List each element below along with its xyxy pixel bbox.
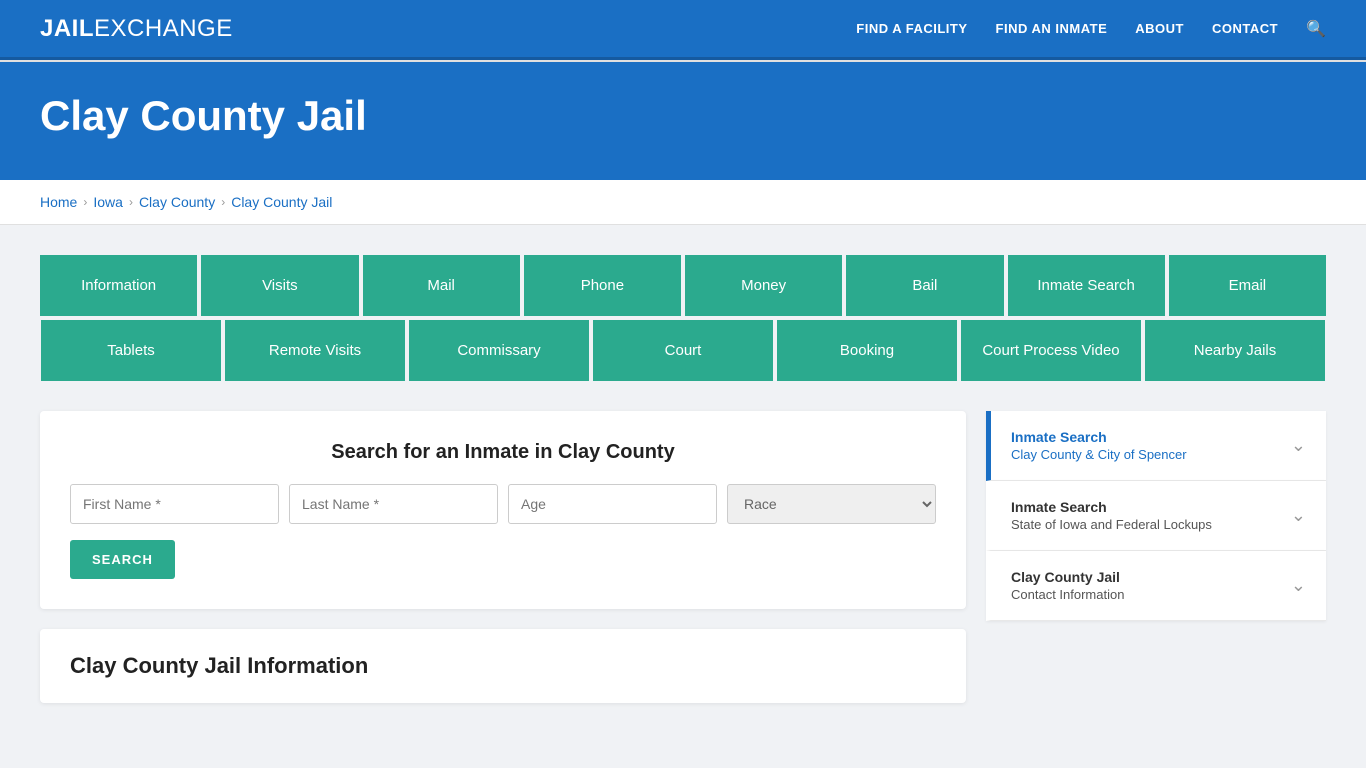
site-logo[interactable]: JAILEXCHANGE [40,15,233,43]
hero-section: Clay County Jail [0,62,1366,180]
breadcrumb: Home › Iowa › Clay County › Clay County … [40,194,1326,210]
breadcrumb-clay-county[interactable]: Clay County [139,194,215,210]
btn-court[interactable]: Court [593,320,773,381]
btn-nearby-jails[interactable]: Nearby Jails [1145,320,1325,381]
search-title: Search for an Inmate in Clay County [70,441,936,464]
logo-exchange: EXCHANGE [94,15,233,42]
breadcrumb-bar: Home › Iowa › Clay County › Clay County … [0,180,1366,225]
btn-tablets[interactable]: Tablets [41,320,221,381]
nav-buttons-grid: Information Visits Mail Phone Money Bail… [40,255,1326,381]
search-fields: Race White Black Hispanic Asian Other [70,484,936,524]
sidebar-card-contact-info[interactable]: Clay County Jail Contact Information ⌄ [986,551,1326,621]
btn-phone[interactable]: Phone [524,255,681,316]
sidebar-card-title-3: Clay County Jail [1011,569,1124,585]
nav-find-facility[interactable]: FIND A FACILITY [856,21,967,36]
sidebar-card-subtitle-3: Contact Information [1011,587,1124,602]
page-title: Clay County Jail [40,92,1326,140]
age-input[interactable] [508,484,717,524]
breadcrumb-sep-1: › [83,195,87,209]
sidebar: Inmate Search Clay County & City of Spen… [986,411,1326,621]
last-name-input[interactable] [289,484,498,524]
breadcrumb-iowa[interactable]: Iowa [93,194,123,210]
search-button[interactable]: SEARCH [70,540,175,579]
chevron-down-icon-1: ⌄ [1291,435,1306,456]
btn-court-process-video[interactable]: Court Process Video [961,320,1141,381]
btn-email[interactable]: Email [1169,255,1326,316]
sidebar-card-inmate-search-clay[interactable]: Inmate Search Clay County & City of Spen… [986,411,1326,481]
sidebar-card-subtitle-2: State of Iowa and Federal Lockups [1011,517,1212,532]
info-title: Clay County Jail Information [70,653,936,679]
bottom-section: Search for an Inmate in Clay County Race… [40,411,1326,703]
btn-booking[interactable]: Booking [777,320,957,381]
main-nav: FIND A FACILITY FIND AN INMATE ABOUT CON… [856,19,1326,39]
btn-information[interactable]: Information [40,255,197,316]
nav-about[interactable]: ABOUT [1135,21,1184,36]
sidebar-card-title-1: Inmate Search [1011,429,1187,445]
nav-contact[interactable]: CONTACT [1212,21,1278,36]
breadcrumb-home[interactable]: Home [40,194,77,210]
breadcrumb-clay-county-jail[interactable]: Clay County Jail [231,194,332,210]
search-icon[interactable]: 🔍 [1306,19,1326,39]
sidebar-card-title-2: Inmate Search [1011,499,1212,515]
sidebar-card-subtitle-1: Clay County & City of Spencer [1011,447,1187,462]
breadcrumb-sep-2: › [129,195,133,209]
btn-remote-visits[interactable]: Remote Visits [225,320,405,381]
btn-inmate-search[interactable]: Inmate Search [1008,255,1165,316]
nav-find-inmate[interactable]: FIND AN INMATE [996,21,1108,36]
btn-bail[interactable]: Bail [846,255,1003,316]
breadcrumb-sep-3: › [221,195,225,209]
chevron-down-icon-3: ⌄ [1291,575,1306,596]
site-header: JAILEXCHANGE FIND A FACILITY FIND AN INM… [0,0,1366,60]
race-select[interactable]: Race White Black Hispanic Asian Other [727,484,936,524]
btn-commissary[interactable]: Commissary [409,320,589,381]
info-section: Clay County Jail Information [40,629,966,703]
sidebar-card-inmate-search-iowa[interactable]: Inmate Search State of Iowa and Federal … [986,481,1326,551]
logo-jail: JAIL [40,15,94,42]
btn-visits[interactable]: Visits [201,255,358,316]
btn-mail[interactable]: Mail [363,255,520,316]
main-area: Information Visits Mail Phone Money Bail… [0,225,1366,733]
btn-money[interactable]: Money [685,255,842,316]
first-name-input[interactable] [70,484,279,524]
search-box: Search for an Inmate in Clay County Race… [40,411,966,609]
chevron-down-icon-2: ⌄ [1291,505,1306,526]
